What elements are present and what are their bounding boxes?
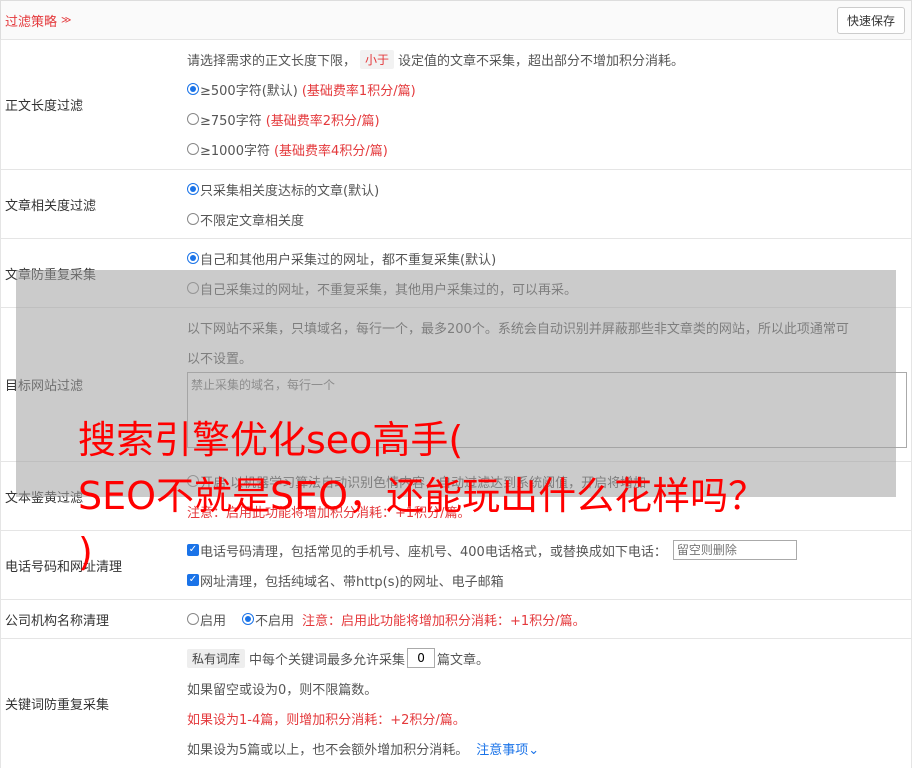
- option-note: (基础费率1积分/篇): [301, 83, 416, 99]
- porn-filter-row: 文本鉴黄过滤 开启 以机器学习算法自动识别色情内容，自动过滤达到系统阈值，开启将…: [0, 462, 912, 531]
- notes-link[interactable]: 注意事项⌄: [476, 739, 539, 758]
- keyword-limit-input[interactable]: [407, 648, 436, 668]
- radio-checked-icon[interactable]: [242, 613, 255, 625]
- keyword-label: 关键词防重复采集: [5, 698, 110, 713]
- radio-unchecked-icon[interactable]: [187, 282, 199, 294]
- radio-unchecked-icon[interactable]: [187, 113, 199, 125]
- org-disable-label[interactable]: 不启用: [255, 610, 294, 629]
- org-enable-label[interactable]: 启用: [200, 610, 226, 629]
- option-text: 自己和其他用户采集过的网址，都不重复采集(默认): [200, 252, 497, 268]
- dedupe-option-self[interactable]: 自己采集过的网址，不重复采集，其他用户采集过的，可以再采。: [187, 273, 907, 303]
- dedupe-row: 文章防重复采集 自己和其他用户采集过的网址，都不重复采集(默认) 自己采集过的网…: [0, 239, 912, 308]
- option-text: ≥1000字符: [200, 143, 270, 159]
- keyword-row: 关键词防重复采集 私有词库 中每个关键词最多允许采集 篇文章。 如果留空或设为0…: [0, 639, 912, 768]
- radio-checked-icon[interactable]: [187, 252, 199, 264]
- cleanup-row: 电话号码和网址清理 ✓ 电话号码清理，包括常见的手机号、座机号、400电话格式，…: [0, 531, 912, 600]
- header-title: 过滤策略: [5, 14, 58, 30]
- keyword-note-free: 如果设为5篇或以上，也不会额外增加积分消耗。 注意事项⌄: [187, 733, 907, 763]
- org-options: 启用 不启用 注意：启用此功能将增加积分消耗：+1积分/篇。: [187, 604, 586, 634]
- length-option-750[interactable]: ≥750字符 (基础费率2积分/篇): [187, 104, 907, 134]
- keyword-note-cost: 如果设为1-4篇，则增加积分消耗：+2积分/篇。: [187, 712, 466, 728]
- radio-unchecked-icon[interactable]: [187, 613, 199, 625]
- phone-cleanup-option[interactable]: ✓ 电话号码清理，包括常见的手机号、座机号、400电话格式，或替换成如下电话：: [187, 535, 907, 565]
- option-text: 不限定文章相关度: [200, 213, 305, 229]
- keyword-limit-line: 私有词库 中每个关键词最多允许采集 篇文章。: [187, 643, 907, 673]
- replacement-phone-input[interactable]: [672, 540, 797, 560]
- length-filter-label: 正文长度过滤: [5, 99, 84, 114]
- phone-cleanup-text: 电话号码清理，包括常见的手机号、座机号、400电话格式，或替换成如下电话：: [200, 544, 667, 560]
- length-intro-text: 请选择需求的正文长度下限，: [187, 53, 357, 69]
- porn-filter-text: 开启 以机器学习算法自动识别色情内容，自动过滤达到系统阈值，开启将增加: [200, 475, 647, 491]
- checkbox-checked-icon[interactable]: ✓: [187, 544, 199, 556]
- radio-checked-icon[interactable]: [187, 83, 199, 95]
- quick-save-button[interactable]: 快速保存: [836, 6, 905, 34]
- porn-filter-label: 文本鉴黄过滤: [5, 490, 84, 506]
- radio-unchecked-icon[interactable]: [187, 143, 199, 155]
- filter-strategy-toggle[interactable]: 过滤策略 ≫: [5, 11, 71, 30]
- length-filter-row: 正文长度过滤 请选择需求的正文长度下限， 小于 设定值的文章不采集，超出部分不增…: [0, 40, 912, 170]
- checkbox-checked-icon[interactable]: ✓: [187, 574, 199, 586]
- url-cleanup-option[interactable]: ✓ 网址清理，包括纯域名、带http(s)的网址、电子邮箱: [187, 565, 907, 595]
- relevance-option-strict[interactable]: 只采集相关度达标的文章(默认): [187, 174, 907, 204]
- chevron-down-icon: ⌄: [528, 742, 540, 758]
- blocked-domains-textarea[interactable]: [187, 372, 907, 448]
- radio-unchecked-icon[interactable]: [187, 475, 199, 487]
- length-intro: 请选择需求的正文长度下限， 小于 设定值的文章不采集，超出部分不增加积分消耗。: [187, 44, 907, 74]
- option-text: 自己采集过的网址，不重复采集，其他用户采集过的，可以再采。: [200, 282, 578, 298]
- radio-checked-icon[interactable]: [187, 183, 199, 195]
- option-text: 只采集相关度达标的文章(默认): [200, 183, 380, 199]
- radio-unchecked-icon[interactable]: [187, 213, 199, 225]
- keyword-note-free-text: 如果设为5篇或以上，也不会额外增加积分消耗。: [187, 742, 469, 758]
- org-label: 公司机构名称清理: [5, 613, 110, 629]
- filter-header: 过滤策略 ≫ 快速保存: [0, 0, 912, 40]
- site-filter-intro: 以下网站不采集，只填域名，每行一个，最多200个。系统会自动识别并屏蔽那些非文章…: [187, 321, 849, 337]
- cleanup-label: 电话号码和网址清理: [5, 559, 123, 575]
- org-row: 公司机构名称清理 启用 不启用 注意：启用此功能将增加积分消耗：+1积分/篇。: [0, 600, 912, 639]
- keyword-note-unlimited: 如果留空或设为0，则不限篇数。: [187, 682, 378, 698]
- dedupe-label: 文章防重复采集: [5, 267, 97, 283]
- relevance-row: 文章相关度过滤 只采集相关度达标的文章(默认) 不限定文章相关度: [0, 170, 912, 239]
- less-than-tag: 小于: [360, 49, 395, 69]
- site-filter-label: 目标网站过滤: [5, 379, 84, 394]
- org-warning: 注意：启用此功能将增加积分消耗：+1积分/篇。: [302, 613, 586, 629]
- site-filter-row: 目标网站过滤 以下网站不采集，只填域名，每行一个，最多200个。系统会自动识别并…: [0, 308, 912, 462]
- keyword-limit-suffix: 篇文章。: [437, 652, 490, 668]
- site-filter-intro-cont: 以不设置。: [187, 351, 253, 367]
- dedupe-option-all[interactable]: 自己和其他用户采集过的网址，都不重复采集(默认): [187, 243, 907, 273]
- length-option-500[interactable]: ≥500字符(默认) (基础费率1积分/篇): [187, 74, 907, 104]
- chevron-down-icon: ≫: [61, 14, 72, 26]
- length-option-1000[interactable]: ≥1000字符 (基础费率4积分/篇): [187, 134, 907, 164]
- url-cleanup-text: 网址清理，包括纯域名、带http(s)的网址、电子邮箱: [200, 574, 504, 590]
- length-intro-text-b: 设定值的文章不采集，超出部分不增加积分消耗。: [398, 53, 685, 69]
- option-text: ≥500字符(默认): [200, 83, 298, 99]
- relevance-label: 文章相关度过滤: [5, 198, 97, 214]
- option-note: (基础费率4积分/篇): [273, 143, 388, 159]
- relevance-option-any[interactable]: 不限定文章相关度: [187, 204, 907, 234]
- option-text: ≥750字符: [200, 113, 262, 129]
- option-note: (基础费率2积分/篇): [265, 113, 380, 129]
- porn-filter-warning: 注意：启用此功能将增加积分消耗：+1积分/篇。: [187, 505, 471, 521]
- porn-filter-options[interactable]: 开启 以机器学习算法自动识别色情内容，自动过滤达到系统阈值，开启将增加: [187, 466, 907, 496]
- notes-link-text: 注意事项: [476, 742, 529, 758]
- keyword-limit-text: 中每个关键词最多允许采集: [249, 652, 406, 668]
- private-lexicon-link[interactable]: 私有词库: [187, 648, 246, 668]
